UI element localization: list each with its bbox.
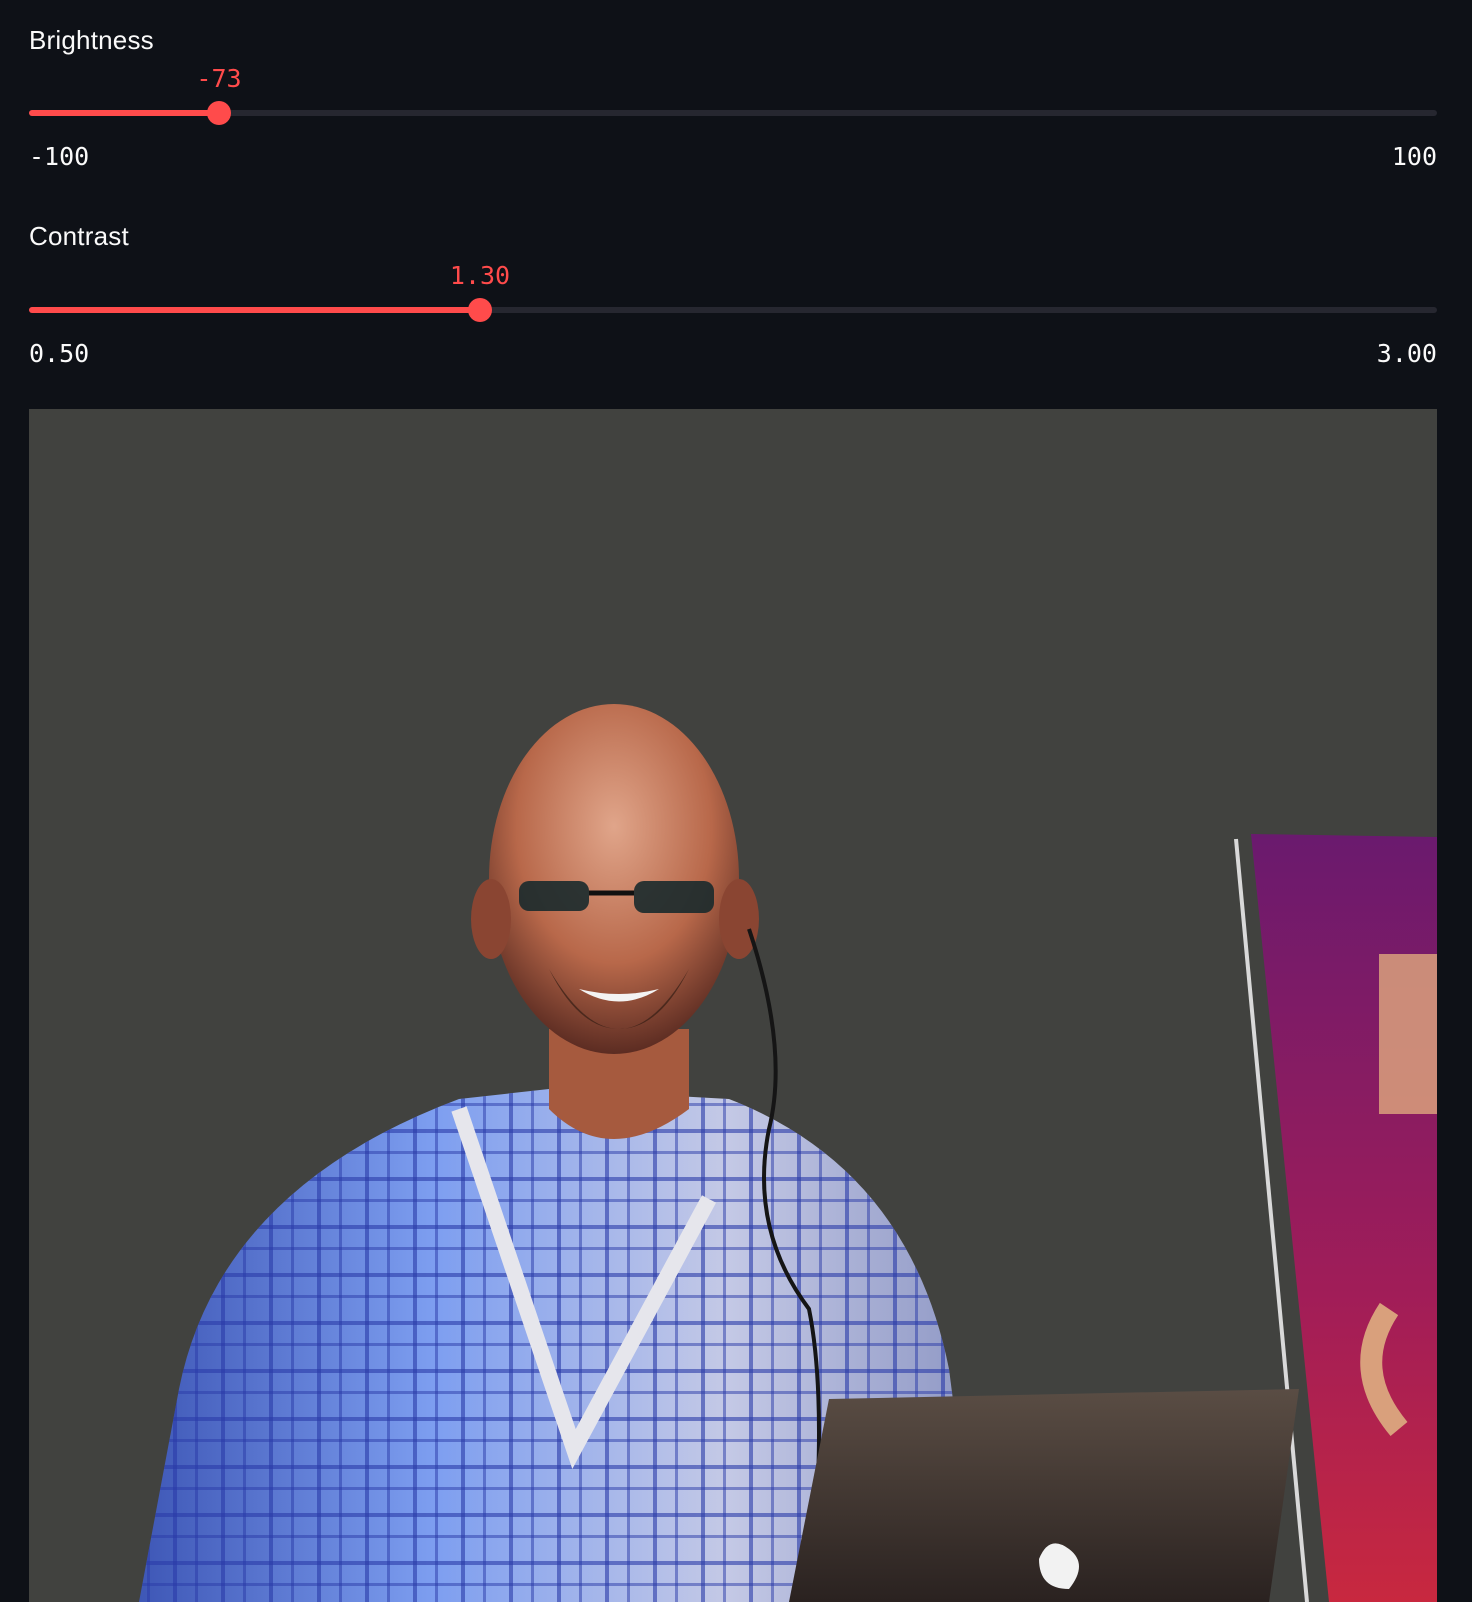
brightness-min-label: -100 (29, 142, 90, 171)
contrast-label: Contrast (29, 221, 129, 251)
contrast-value: 1.30 (449, 261, 511, 290)
brightness-slider: Brightness -73 -100 100 (29, 0, 1437, 190)
brightness-max-label: 100 (1391, 142, 1437, 171)
processed-image (29, 409, 1437, 1602)
brightness-label: Brightness (29, 25, 154, 55)
presenter-photo (29, 409, 1437, 1602)
contrast-thumb[interactable] (468, 298, 492, 322)
app-root: Brightness -73 -100 100 Contrast 1.30 0.… (0, 0, 1472, 1602)
brightness-thumb[interactable] (207, 101, 231, 125)
contrast-track[interactable] (29, 298, 1437, 322)
contrast-max-label: 3.00 (1376, 339, 1437, 368)
laptop (789, 1389, 1299, 1602)
contrast-slider: Contrast 1.30 0.50 3.00 (29, 197, 1437, 387)
brightness-fill (29, 110, 219, 116)
brightness-value: -73 (196, 64, 242, 93)
contrast-fill (29, 307, 480, 313)
brightness-track[interactable] (29, 101, 1437, 125)
contrast-min-label: 0.50 (29, 339, 90, 368)
